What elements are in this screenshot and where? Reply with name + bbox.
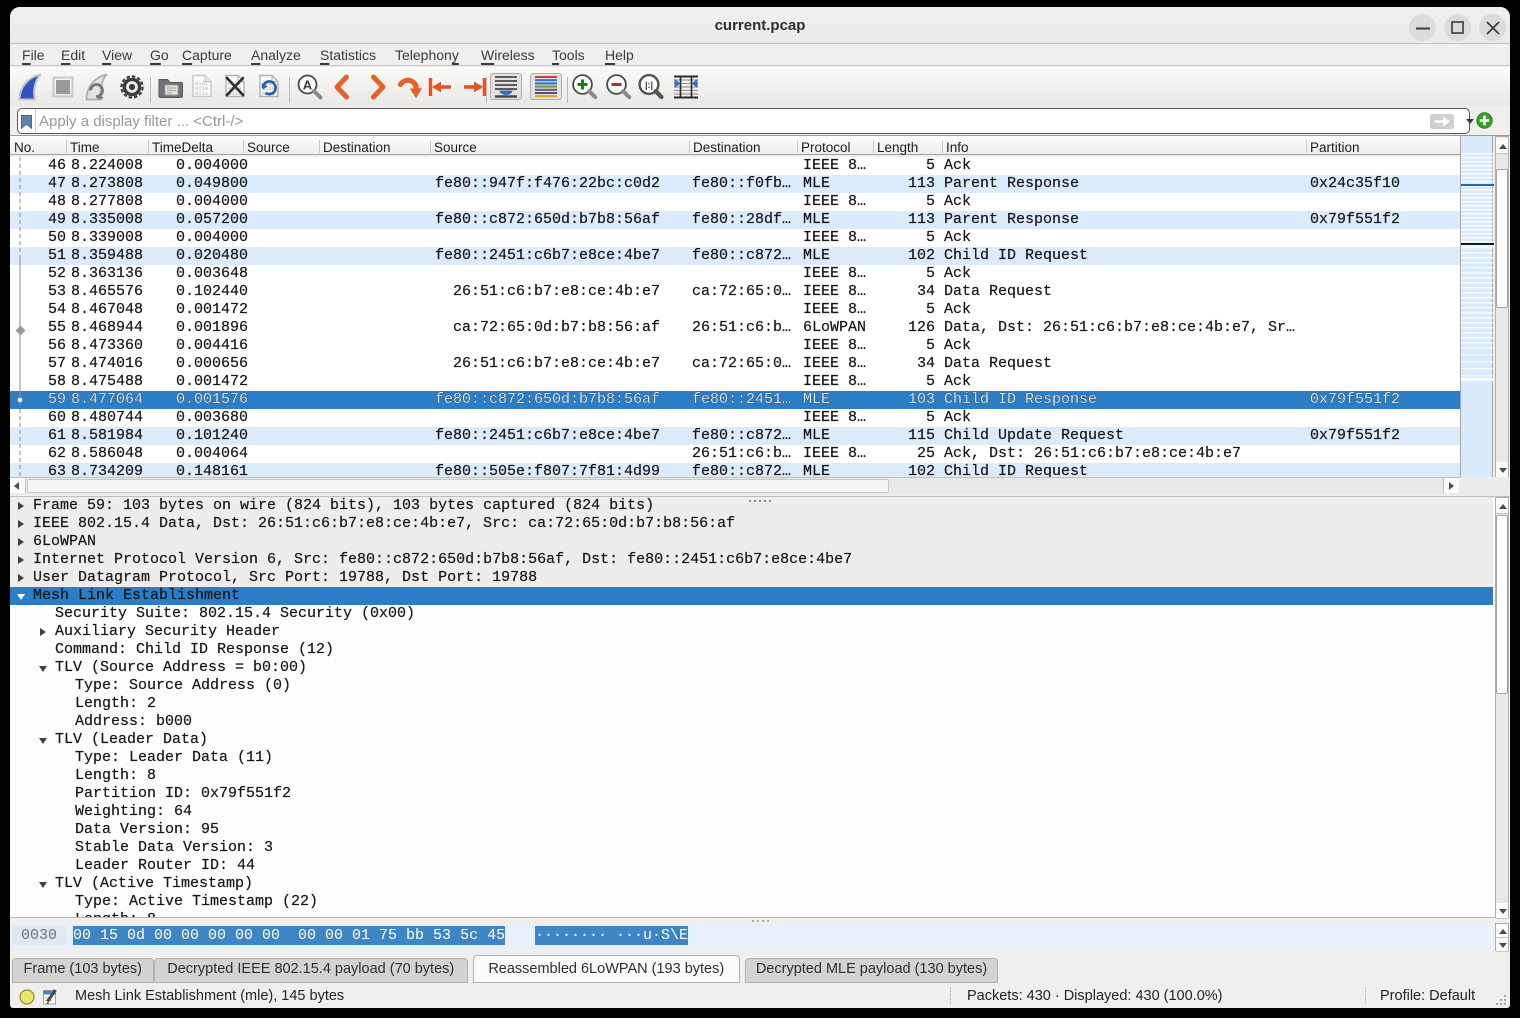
svg-text:A: A	[303, 78, 313, 93]
svg-text:|:|: |:|	[645, 80, 653, 90]
svg-text:0111: 0111	[195, 90, 209, 97]
